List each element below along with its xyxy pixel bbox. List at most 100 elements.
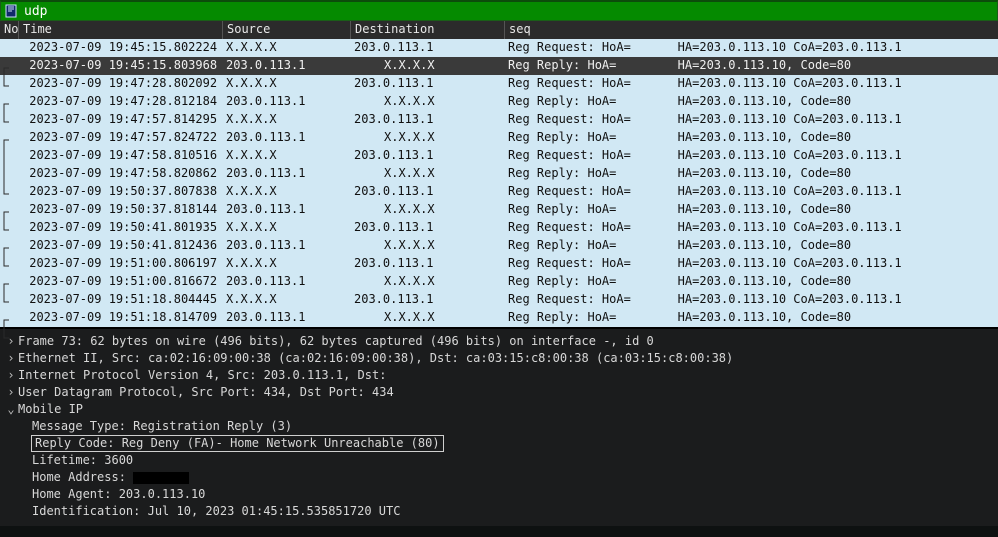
cell-source: X.X.X.X [222, 39, 350, 57]
cell-no [0, 291, 18, 309]
packet-list: No Time Source Destination seq 2023-07-0… [0, 21, 998, 329]
col-seq[interactable]: seq [504, 21, 998, 39]
tree-ip-text: Internet Protocol Version 4, Src: 203.0.… [18, 367, 386, 384]
cell-no [0, 201, 18, 219]
cell-no [0, 147, 18, 165]
cell-no [0, 237, 18, 255]
field-home-address[interactable]: Home Address: [4, 469, 996, 486]
cell-seq: Reg Reply: HoA= HA=203.0.113.10, Code=80 [504, 165, 998, 183]
col-no[interactable]: No [0, 21, 18, 39]
cell-seq: Reg Reply: HoA= HA=203.0.113.10, Code=80 [504, 201, 998, 219]
cell-time: 2023-07-09 19:45:15.802224 [18, 39, 222, 57]
tree-mobileip[interactable]: ⌄Mobile IP [4, 401, 996, 418]
cell-source: X.X.X.X [222, 183, 350, 201]
cell-time: 2023-07-09 19:47:57.814295 [18, 111, 222, 129]
field-lifetime[interactable]: Lifetime: 3600 [4, 452, 996, 469]
cell-seq: Reg Request: HoA= HA=203.0.113.10 CoA=20… [504, 147, 998, 165]
cell-source: 203.0.113.1 [222, 237, 350, 255]
cell-seq: Reg Request: HoA= HA=203.0.113.10 CoA=20… [504, 39, 998, 57]
cell-destination: 203.0.113.1 [350, 255, 504, 273]
tree-ip[interactable]: ›Internet Protocol Version 4, Src: 203.0… [4, 367, 996, 384]
cell-source: 203.0.113.1 [222, 309, 350, 327]
cell-no [0, 75, 18, 93]
cell-source: 203.0.113.1 [222, 165, 350, 183]
table-row[interactable]: 2023-07-09 19:50:41.801935X.X.X.X203.0.1… [0, 219, 998, 237]
tree-ethernet[interactable]: ›Ethernet II, Src: ca:02:16:09:00:38 (ca… [4, 350, 996, 367]
cell-source: 203.0.113.1 [222, 129, 350, 147]
cell-destination: 203.0.113.1 [350, 291, 504, 309]
table-row[interactable]: 2023-07-09 19:51:00.816672203.0.113.1X.X… [0, 273, 998, 291]
table-row[interactable]: 2023-07-09 19:47:57.824722203.0.113.1X.X… [0, 129, 998, 147]
cell-source: 203.0.113.1 [222, 201, 350, 219]
cell-time: 2023-07-09 19:50:37.807838 [18, 183, 222, 201]
cell-no [0, 273, 18, 291]
cell-destination: 203.0.113.1 [350, 39, 504, 57]
table-row[interactable]: 2023-07-09 19:50:37.807838X.X.X.X203.0.1… [0, 183, 998, 201]
cell-destination: X.X.X.X [350, 165, 504, 183]
cell-source: X.X.X.X [222, 219, 350, 237]
cell-seq: Reg Reply: HoA= HA=203.0.113.10, Code=80 [504, 273, 998, 291]
packet-list-header: No Time Source Destination seq [0, 21, 998, 39]
packet-details-pane: ›Frame 73: 62 bytes on wire (496 bits), … [0, 329, 998, 526]
redacted-icon [133, 472, 189, 484]
cell-no [0, 255, 18, 273]
chevron-right-icon: › [4, 350, 18, 367]
field-identification[interactable]: Identification: Jul 10, 2023 01:45:15.53… [4, 503, 996, 520]
field-reply-code-highlight: Reply Code: Reg Deny (FA)- Home Network … [31, 435, 444, 452]
display-filter-bar [0, 0, 998, 21]
table-row[interactable]: 2023-07-09 19:50:41.812436203.0.113.1X.X… [0, 237, 998, 255]
col-time[interactable]: Time [18, 21, 222, 39]
cell-source: X.X.X.X [222, 111, 350, 129]
cell-time: 2023-07-09 19:51:00.806197 [18, 255, 222, 273]
packet-rows: 2023-07-09 19:45:15.802224X.X.X.X203.0.1… [0, 39, 998, 327]
cell-destination: X.X.X.X [350, 309, 504, 327]
cell-seq: Reg Request: HoA= HA=203.0.113.10 CoA=20… [504, 183, 998, 201]
cell-time: 2023-07-09 19:47:28.812184 [18, 93, 222, 111]
cell-seq: Reg Reply: HoA= HA=203.0.113.10, Code=80 [504, 93, 998, 111]
display-filter-input[interactable] [22, 4, 997, 19]
table-row[interactable]: 2023-07-09 19:47:58.810516X.X.X.X203.0.1… [0, 147, 998, 165]
cell-time: 2023-07-09 19:51:18.804445 [18, 291, 222, 309]
cell-time: 2023-07-09 19:50:37.818144 [18, 201, 222, 219]
cell-destination: 203.0.113.1 [350, 111, 504, 129]
table-row[interactable]: 2023-07-09 19:45:15.802224X.X.X.X203.0.1… [0, 39, 998, 57]
tree-frame-text: Frame 73: 62 bytes on wire (496 bits), 6… [18, 333, 654, 350]
cell-time: 2023-07-09 19:47:28.802092 [18, 75, 222, 93]
cell-destination: 203.0.113.1 [350, 183, 504, 201]
table-row[interactable]: 2023-07-09 19:47:28.802092X.X.X.X203.0.1… [0, 75, 998, 93]
cell-seq: Reg Reply: HoA= HA=203.0.113.10, Code=80 [504, 237, 998, 255]
tree-udp[interactable]: ›User Datagram Protocol, Src Port: 434, … [4, 384, 996, 401]
chevron-right-icon: › [4, 367, 18, 384]
cell-no [0, 165, 18, 183]
cell-destination: 203.0.113.1 [350, 219, 504, 237]
field-reply-code[interactable]: Reply Code: Reg Deny (FA)- Home Network … [4, 435, 996, 452]
cell-seq: Reg Request: HoA= HA=203.0.113.10 CoA=20… [504, 219, 998, 237]
cell-time: 2023-07-09 19:47:57.824722 [18, 129, 222, 147]
tree-udp-text: User Datagram Protocol, Src Port: 434, D… [18, 384, 394, 401]
table-row[interactable]: 2023-07-09 19:45:15.803968203.0.113.1X.X… [0, 57, 998, 75]
table-row[interactable]: 2023-07-09 19:47:28.812184203.0.113.1X.X… [0, 93, 998, 111]
col-destination[interactable]: Destination [350, 21, 504, 39]
col-source[interactable]: Source [222, 21, 350, 39]
cell-destination: X.X.X.X [350, 273, 504, 291]
cell-no [0, 39, 18, 57]
cell-destination: X.X.X.X [350, 237, 504, 255]
cell-destination: X.X.X.X [350, 129, 504, 147]
cell-no [0, 309, 18, 327]
cell-destination: 203.0.113.1 [350, 75, 504, 93]
field-message-type[interactable]: Message Type: Registration Reply (3) [4, 418, 996, 435]
field-home-agent[interactable]: Home Agent: 203.0.113.10 [4, 486, 996, 503]
bookmark-icon[interactable] [2, 2, 20, 20]
table-row[interactable]: 2023-07-09 19:47:57.814295X.X.X.X203.0.1… [0, 111, 998, 129]
table-row[interactable]: 2023-07-09 19:50:37.818144203.0.113.1X.X… [0, 201, 998, 219]
cell-time: 2023-07-09 19:45:15.803968 [18, 57, 222, 75]
tree-frame[interactable]: ›Frame 73: 62 bytes on wire (496 bits), … [4, 333, 996, 350]
cell-time: 2023-07-09 19:50:41.801935 [18, 219, 222, 237]
table-row[interactable]: 2023-07-09 19:51:00.806197X.X.X.X203.0.1… [0, 255, 998, 273]
cell-seq: Reg Reply: HoA= HA=203.0.113.10, Code=80 [504, 309, 998, 327]
cell-seq: Reg Request: HoA= HA=203.0.113.10 CoA=20… [504, 255, 998, 273]
cell-source: 203.0.113.1 [222, 273, 350, 291]
table-row[interactable]: 2023-07-09 19:51:18.814709203.0.113.1X.X… [0, 309, 998, 327]
table-row[interactable]: 2023-07-09 19:51:18.804445X.X.X.X203.0.1… [0, 291, 998, 309]
table-row[interactable]: 2023-07-09 19:47:58.820862203.0.113.1X.X… [0, 165, 998, 183]
